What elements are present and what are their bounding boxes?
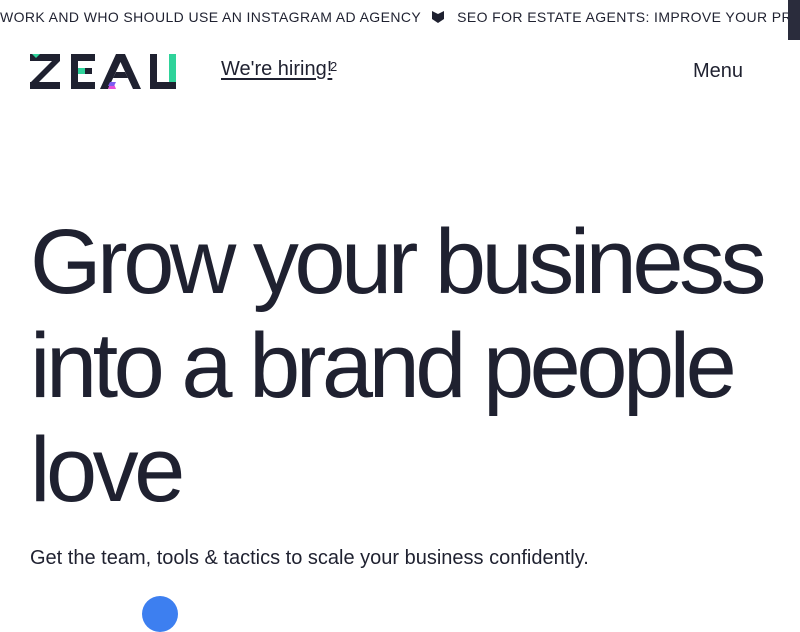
hero-subtitle: Get the team, tools & tactics to scale y… (30, 547, 589, 569)
hero-heading: Grow your business into a brand people l… (30, 210, 790, 522)
zeal-logo[interactable] (30, 52, 178, 90)
logo-letter-z (30, 54, 60, 89)
hero-line: Grow your business (30, 211, 767, 313)
hiring-link[interactable]: We're hiring! (221, 58, 332, 81)
news-ticker[interactable]: WORK AND WHO SHOULD USE AN INSTAGRAM AD … (0, 0, 800, 34)
zeal-chevron-icon (431, 10, 445, 24)
scrollbar-thumb[interactable] (788, 0, 800, 40)
cta-circle-button[interactable] (142, 596, 178, 632)
logo-letter-l (150, 54, 176, 89)
hero-line: into a brand people (30, 315, 737, 417)
hero-line: love (30, 419, 185, 521)
logo-letter-e (71, 54, 95, 89)
menu-button[interactable]: Menu (693, 60, 743, 83)
logo-letter-a (100, 54, 141, 89)
hiring-count-badge: 2 (330, 59, 338, 74)
ticker-item[interactable]: SEO FOR ESTATE AGENTS: IMPROVE YOUR PROP… (457, 9, 800, 25)
ticker-item[interactable]: WORK AND WHO SHOULD USE AN INSTAGRAM AD … (0, 9, 421, 25)
